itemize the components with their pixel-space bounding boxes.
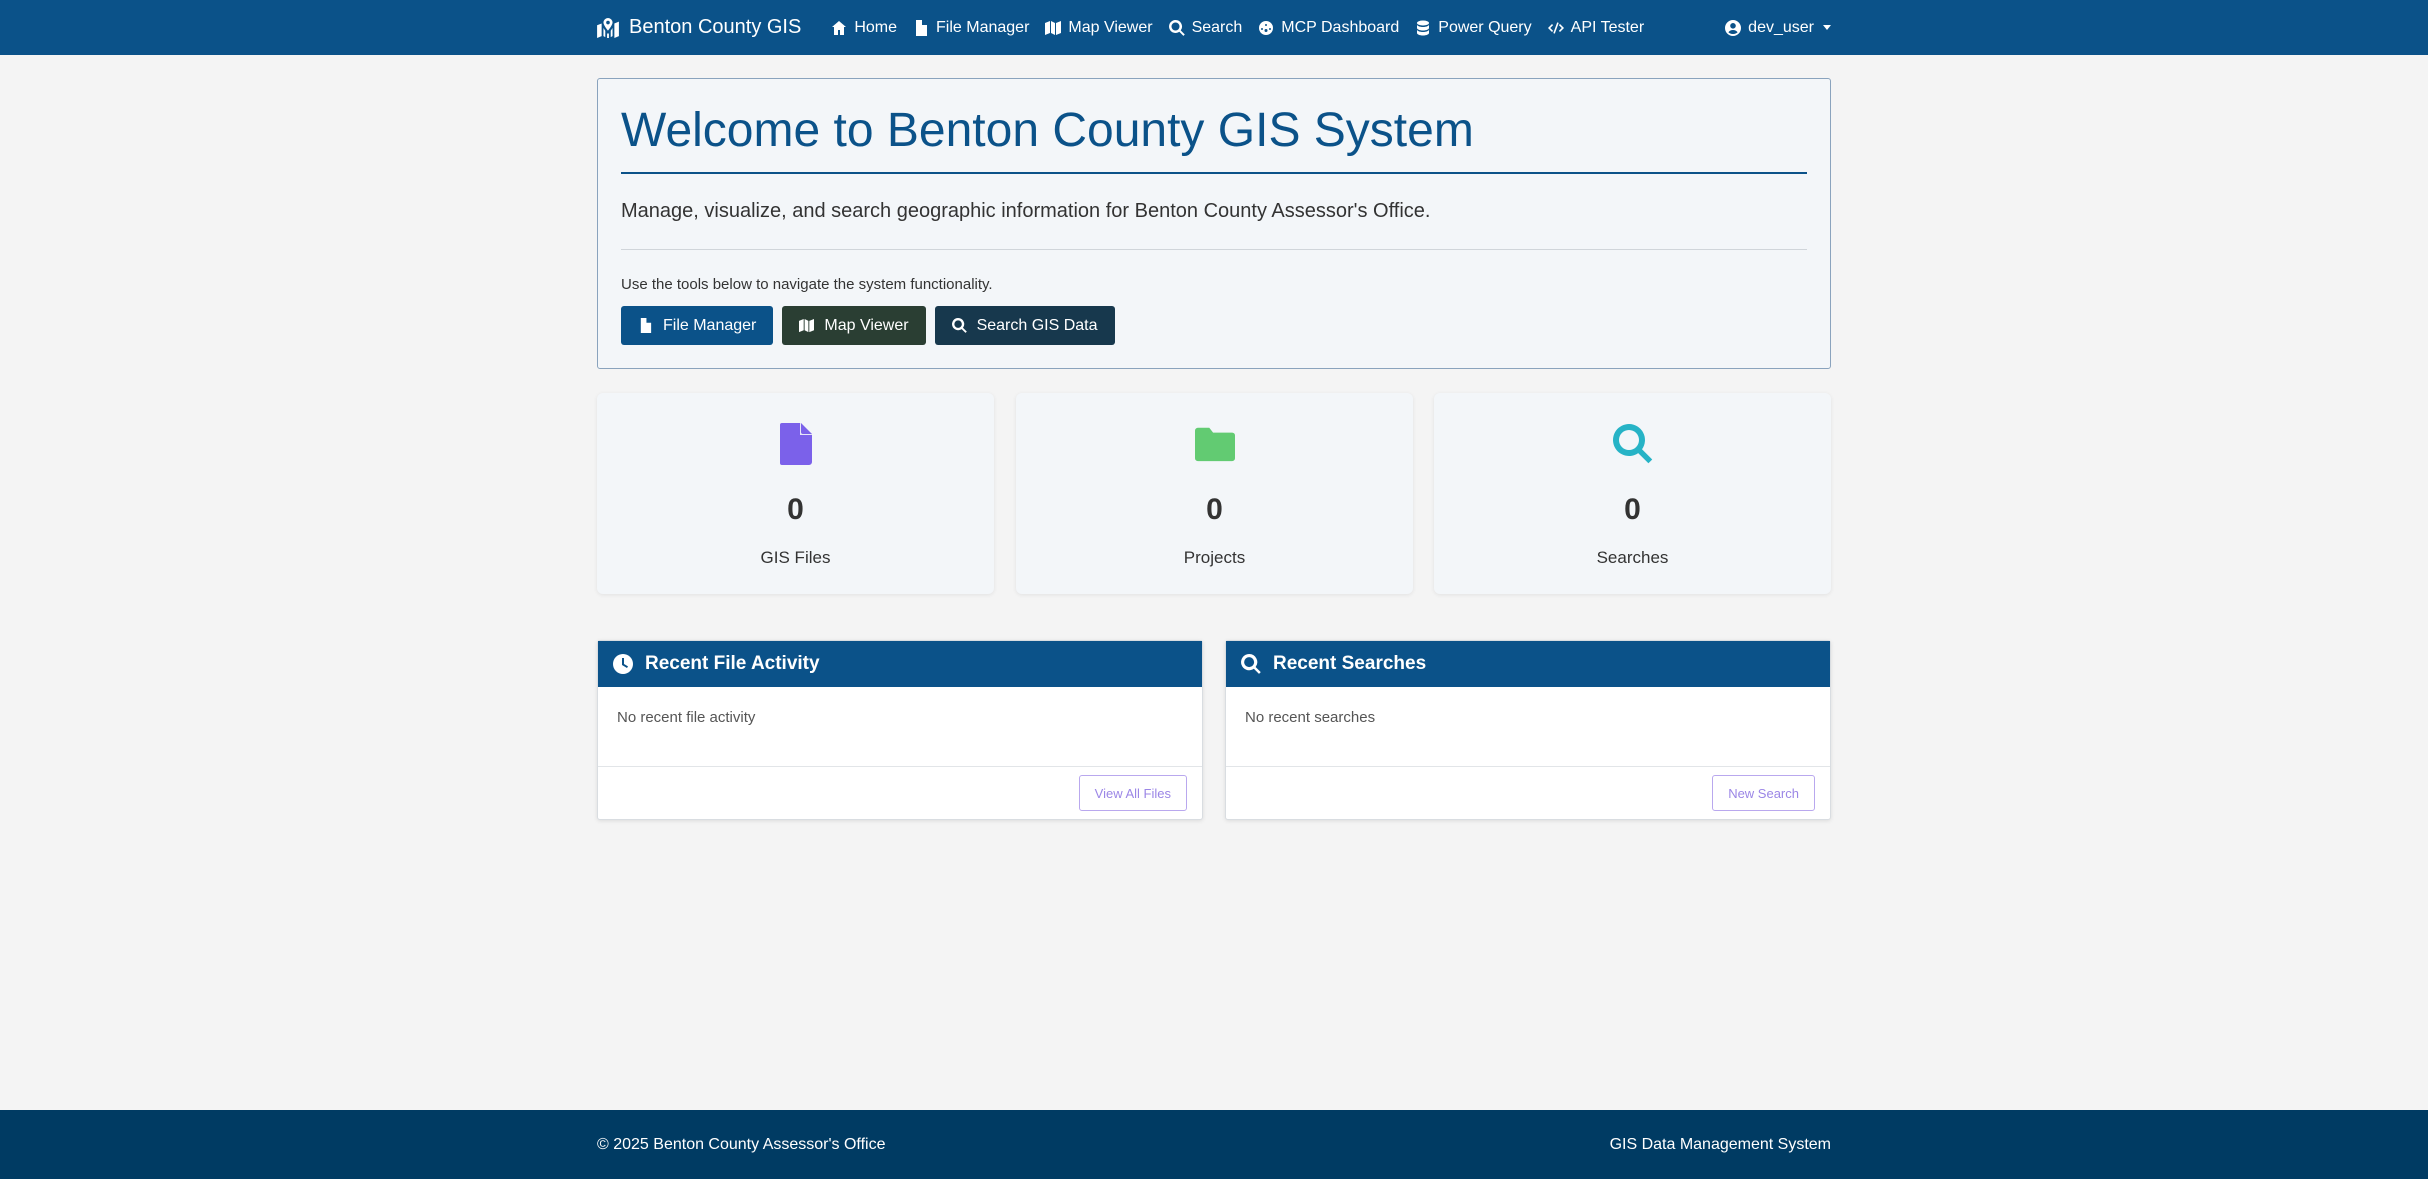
user-menu-dropdown[interactable]: dev_user <box>1725 19 1831 37</box>
folder-icon <box>1194 427 1235 462</box>
search-icon <box>1612 424 1652 464</box>
map-marked-icon <box>597 17 619 38</box>
code-icon <box>1547 21 1564 34</box>
stat-card-searches: 0 Searches <box>1434 393 1831 594</box>
panel-body: No recent file activity <box>598 687 1202 767</box>
panel-header: Recent File Activity <box>598 641 1202 687</box>
file-manager-button[interactable]: File Manager <box>621 306 774 346</box>
nav-home[interactable]: Home <box>823 19 905 37</box>
panel-header: Recent Searches <box>1226 641 1830 687</box>
nav-mcp-dashboard-label: MCP Dashboard <box>1281 18 1400 36</box>
recent-searches-panel: Recent Searches No recent searches New S… <box>1225 640 1831 820</box>
stat-label: GIS Files <box>760 548 831 567</box>
footer-copyright: © 2025 Benton County Assessor's Office <box>597 1136 886 1153</box>
welcome-lead: Manage, visualize, and search geographic… <box>621 200 1431 223</box>
nav-api-tester[interactable]: API Tester <box>1540 19 1653 37</box>
file-icon <box>640 318 652 334</box>
nav-file-manager[interactable]: File Manager <box>905 19 1037 37</box>
search-icon <box>951 318 967 334</box>
nav-power-query-label: Power Query <box>1438 18 1532 36</box>
divider <box>621 249 1807 251</box>
stat-card-projects: 0 Projects <box>1016 393 1413 594</box>
nav-home-label: Home <box>854 18 898 36</box>
panel-title: Recent Searches <box>1273 653 1427 674</box>
nav-search[interactable]: Search <box>1161 19 1251 37</box>
stat-label: Projects <box>1183 548 1246 567</box>
map-icon <box>799 319 815 333</box>
search-icon <box>1168 19 1185 36</box>
panel-title: Recent File Activity <box>645 653 820 674</box>
nav-map-viewer-label: Map Viewer <box>1068 18 1153 36</box>
stat-label: Searches <box>1596 548 1669 567</box>
new-search-button[interactable]: New Search <box>1712 775 1815 811</box>
home-icon <box>832 20 847 35</box>
quick-actions: File Manager Map Viewer Search GIS Data <box>621 306 1807 346</box>
welcome-card: Welcome to Benton County GIS System Mana… <box>597 78 1831 369</box>
database-icon <box>1417 20 1430 35</box>
footer-system-name: GIS Data Management System <box>1609 1136 1831 1153</box>
nav-map-viewer[interactable]: Map Viewer <box>1037 19 1160 37</box>
file-icon <box>916 19 928 36</box>
search-icon <box>1241 654 1261 674</box>
nav-mcp-dashboard[interactable]: MCP Dashboard <box>1250 19 1407 37</box>
panel-body: No recent searches <box>1226 687 1830 767</box>
search-gis-data-button[interactable]: Search GIS Data <box>934 306 1115 346</box>
empty-message: No recent searches <box>1245 709 1376 726</box>
brand-link[interactable]: Benton County GIS <box>597 16 801 39</box>
footer: © 2025 Benton County Assessor's Office G… <box>0 1110 2428 1179</box>
panel-footer: View All Files <box>598 767 1202 819</box>
username: dev_user <box>1748 18 1814 36</box>
map-viewer-button-label: Map Viewer <box>824 316 909 334</box>
welcome-hint: Use the tools below to navigate the syst… <box>621 276 993 294</box>
view-all-files-button[interactable]: View All Files <box>1078 775 1187 811</box>
chevron-down-icon <box>1823 25 1831 30</box>
file-manager-button-label: File Manager <box>663 316 757 334</box>
nav-file-manager-label: File Manager <box>936 18 1030 36</box>
recent-file-activity-panel: Recent File Activity No recent file acti… <box>597 640 1203 820</box>
panel-footer: New Search <box>1226 767 1830 819</box>
nav-api-tester-label: API Tester <box>1570 18 1645 36</box>
map-icon <box>1045 20 1062 35</box>
map-viewer-button[interactable]: Map Viewer <box>782 306 926 346</box>
dashboard-icon <box>1259 20 1274 35</box>
stat-value: 0 <box>1206 493 1223 526</box>
top-navbar: Benton County GIS Home File Manager Map … <box>0 0 2428 55</box>
stat-value: 0 <box>1624 493 1641 526</box>
clock-icon <box>613 654 633 674</box>
brand-title: Benton County GIS <box>629 16 802 38</box>
page-title: Welcome to Benton County GIS System <box>621 103 1807 175</box>
stat-value: 0 <box>787 493 804 526</box>
nav-search-label: Search <box>1191 18 1243 36</box>
file-icon <box>779 423 812 465</box>
nav-power-query[interactable]: Power Query <box>1407 19 1539 37</box>
stat-card-gis-files: 0 GIS Files <box>597 393 994 594</box>
user-circle-icon <box>1725 19 1742 36</box>
empty-message: No recent file activity <box>617 709 756 726</box>
search-gis-data-button-label: Search GIS Data <box>976 316 1098 334</box>
